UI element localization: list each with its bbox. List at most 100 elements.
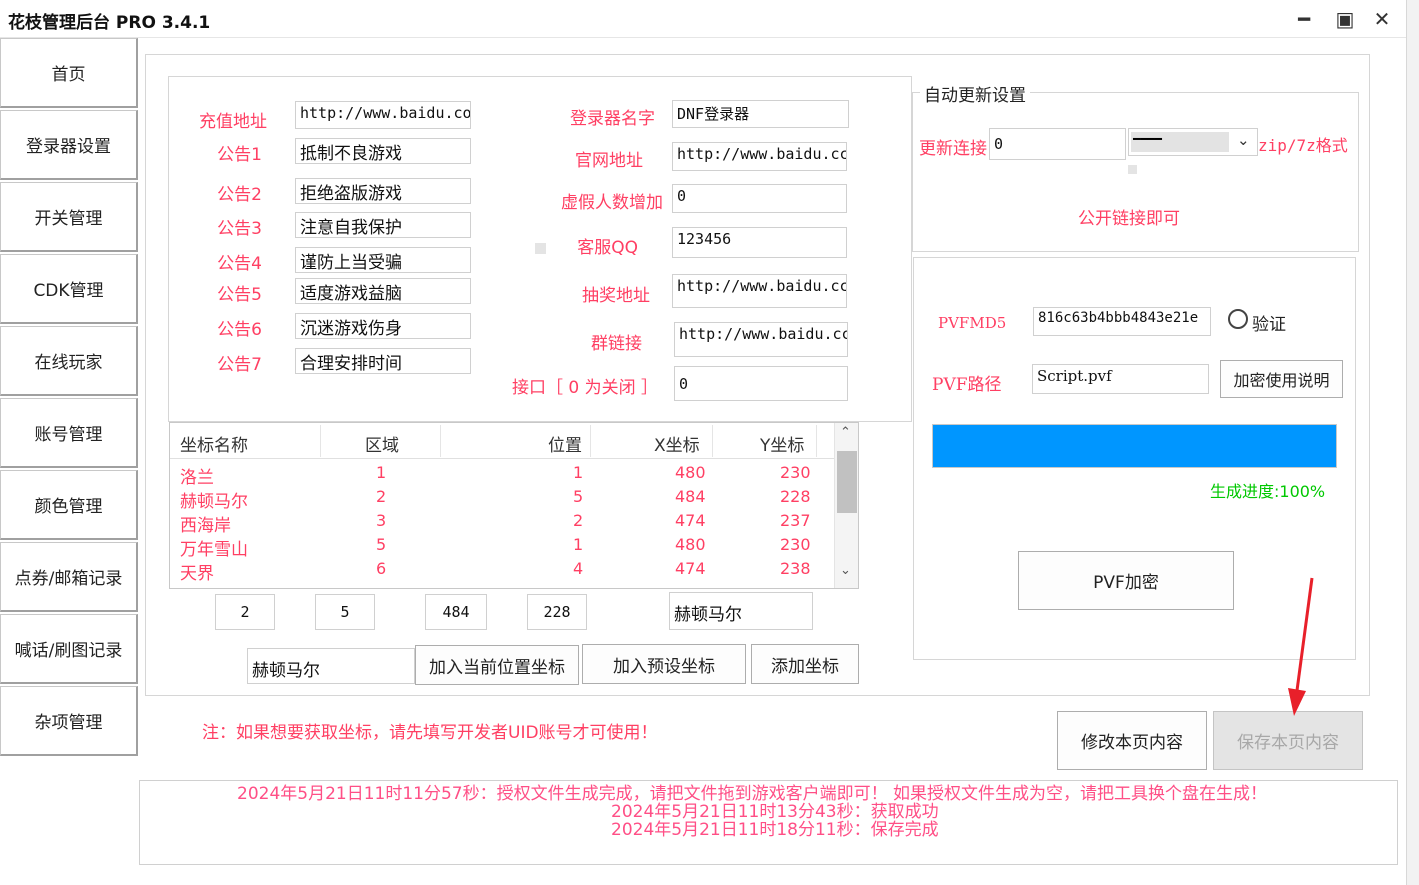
notice-4-input[interactable]: 谨防上当受骗 — [295, 247, 471, 273]
pvf-encrypt-button[interactable]: PVF加密 — [1018, 551, 1234, 610]
table-cell: 4 — [573, 559, 584, 578]
table-row[interactable]: 洛兰 1 1 480 230 — [170, 461, 834, 488]
group-input[interactable]: http://www.baidu.cc — [674, 322, 848, 357]
notice-6-input[interactable]: 沉迷游戏伤身 — [295, 313, 471, 339]
col-y-header[interactable]: Y坐标 — [760, 431, 804, 456]
log-area[interactable]: 2024年5月21日11时11分57秒：授权文件生成完成，请把文件拖到游戏客户端… — [139, 780, 1398, 865]
col-name-header[interactable]: 坐标名称 — [180, 431, 248, 456]
add-preset-coords-button[interactable]: 加入预设坐标 — [582, 644, 746, 684]
notice-7-input[interactable]: 合理安排时间 — [295, 348, 471, 374]
format-select[interactable]: ━━━━ ⌄ — [1128, 128, 1258, 156]
update-link-label: 更新连接 — [919, 139, 987, 159]
qq-input[interactable]: 123456 — [672, 227, 847, 258]
pvf-path-input[interactable]: Script.pvf — [1032, 364, 1209, 394]
coord-pos-input[interactable]: 5 — [315, 594, 375, 630]
notice-2-input[interactable]: 拒绝盗版游戏 — [295, 178, 471, 204]
sidebar-item-color-management[interactable]: 颜色管理 — [0, 470, 138, 540]
uid-note: 注：如果想要获取坐标，请先填写开发者UID账号才可使用！ — [202, 723, 658, 743]
log-line-2: 2024年5月21日11时13分43秒：获取成功 — [611, 802, 939, 822]
add-current-position-button[interactable]: 加入当前位置坐标 — [415, 645, 579, 685]
modify-page-button[interactable]: 修改本页内容 — [1057, 711, 1207, 770]
notice-4-label: 公告4 — [217, 254, 262, 274]
sidebar-item-cdk-management[interactable]: CDK管理 — [0, 254, 138, 324]
launcher-name-label: 登录器名字 — [570, 109, 655, 129]
chevron-down-icon: ⌄ — [1237, 131, 1250, 149]
sidebar-item-switch-management[interactable]: 开关管理 — [0, 182, 138, 252]
notice-6-label: 公告6 — [217, 320, 262, 340]
sidebar-item-account-management[interactable]: 账号管理 — [0, 398, 138, 468]
col-area-header[interactable]: 区域 — [365, 431, 399, 456]
notice-7-label: 公告7 — [217, 355, 262, 375]
lottery-input[interactable]: http://www.baidu.cc — [672, 274, 847, 308]
format-selected: ━━━━ — [1131, 132, 1229, 152]
sidebar-item-online-players[interactable]: 在线玩家 — [0, 326, 138, 396]
sidebar-item-shout-map-records[interactable]: 喊话/刷图记录 — [0, 614, 138, 684]
table-cell: 2 — [573, 511, 584, 530]
sidebar-item-home[interactable]: 首页 — [0, 38, 138, 108]
notice-3-input[interactable]: 注意自我保护 — [295, 212, 471, 238]
scroll-thumb[interactable] — [837, 451, 857, 513]
fake-players-input[interactable]: 0 — [672, 184, 847, 213]
launcher-name-input[interactable]: DNF登录器 — [672, 100, 849, 128]
notice-1-input[interactable]: 抵制不良游戏 — [295, 138, 471, 164]
fake-players-label: 虚假人数增加 — [561, 193, 663, 213]
table-cell: 1 — [573, 535, 584, 554]
pvf-path-label: PVF路径 — [932, 375, 1002, 395]
col-divider — [712, 425, 713, 457]
pvf-md5-label: PVFMD5 — [938, 314, 1007, 332]
site-input[interactable]: http://www.baidu.cc — [672, 142, 847, 171]
col-x-header[interactable]: X坐标 — [654, 431, 700, 456]
update-link-input[interactable]: 0 — [989, 128, 1126, 160]
minimize-icon[interactable]: ━ — [1289, 6, 1319, 32]
table-scrollbar[interactable]: ⌃ ⌄ — [834, 423, 858, 588]
pvf-md5-input[interactable]: 816c63b4bbb4843e21e — [1033, 307, 1211, 336]
col-pos-header[interactable]: 位置 — [548, 431, 582, 456]
small-handle-2 — [1128, 165, 1137, 174]
annotation-arrow-icon — [1288, 577, 1314, 716]
table-row[interactable]: 天界 6 4 474 238 — [170, 557, 834, 584]
sidebar-item-launcher-settings[interactable]: 登录器设置 — [0, 110, 138, 180]
verify-radio[interactable] — [1228, 309, 1248, 329]
table-cell: 5 — [573, 487, 584, 506]
col-divider — [590, 425, 591, 457]
close-icon[interactable]: ✕ — [1367, 6, 1397, 32]
table-cell: 5 — [376, 535, 387, 554]
coord-x-input[interactable]: 484 — [425, 594, 487, 630]
coords-table[interactable]: 坐标名称 区域 位置 X坐标 Y坐标 洛兰 1 1 480 230 赫顿马尔 2 5 484 22… — [169, 422, 859, 589]
table-cell: 3 — [376, 511, 387, 530]
encrypt-help-button[interactable]: 加密使用说明 — [1220, 360, 1343, 398]
table-cell: 1 — [376, 463, 387, 482]
sidebar-item-misc-management[interactable]: 杂项管理 — [0, 686, 138, 756]
coord-name-input[interactable]: 赫顿马尔 — [247, 648, 415, 684]
table-row[interactable]: 赫顿马尔 2 5 484 228 — [170, 485, 834, 512]
coord-area-input[interactable]: 2 — [215, 594, 275, 630]
table-cell: 480 — [675, 463, 706, 482]
coord-name-display[interactable]: 赫顿马尔 — [669, 592, 813, 630]
scroll-down-icon[interactable]: ⌄ — [840, 563, 851, 578]
pvf-progress-text: 生成进度:100% — [1210, 482, 1326, 501]
col-divider — [440, 425, 441, 457]
log-line-1: 2024年5月21日11时11分57秒：授权文件生成完成，请把文件拖到游戏客户端… — [237, 784, 1268, 804]
table-cell: 237 — [780, 511, 811, 530]
table-cell: 230 — [780, 535, 811, 554]
maximize-icon[interactable]: ▣ — [1330, 6, 1360, 32]
table-cell: 230 — [780, 463, 811, 482]
port-input[interactable]: 0 — [674, 366, 848, 401]
notice-5-input[interactable]: 适度游戏益脑 — [295, 278, 471, 304]
site-label: 官网地址 — [575, 151, 643, 171]
recharge-input[interactable]: http://www.baidu.co — [295, 101, 471, 129]
notice-2-label: 公告2 — [217, 185, 262, 205]
format-hint: zip/7z格式 — [1258, 136, 1348, 155]
table-row[interactable]: 西海岸 3 2 474 237 — [170, 509, 834, 536]
sidebar-item-points-mail-records[interactable]: 点券/邮箱记录 — [0, 542, 138, 612]
auto-update-title: 自动更新设置 — [920, 81, 1030, 106]
add-coords-button[interactable]: 添加坐标 — [751, 644, 859, 684]
coord-y-input[interactable]: 228 — [527, 594, 587, 630]
background-window-edge — [1406, 0, 1419, 885]
table-row[interactable]: 万年雪山 5 1 480 230 — [170, 533, 834, 560]
notice-1-label: 公告1 — [217, 145, 262, 165]
lottery-label: 抽奖地址 — [582, 286, 650, 306]
notice-5-label: 公告5 — [217, 285, 262, 305]
title-bar: 花枝管理后台 PRO 3.4.1 ━ ▣ ✕ — [0, 0, 1406, 38]
scroll-up-icon[interactable]: ⌃ — [840, 425, 851, 440]
